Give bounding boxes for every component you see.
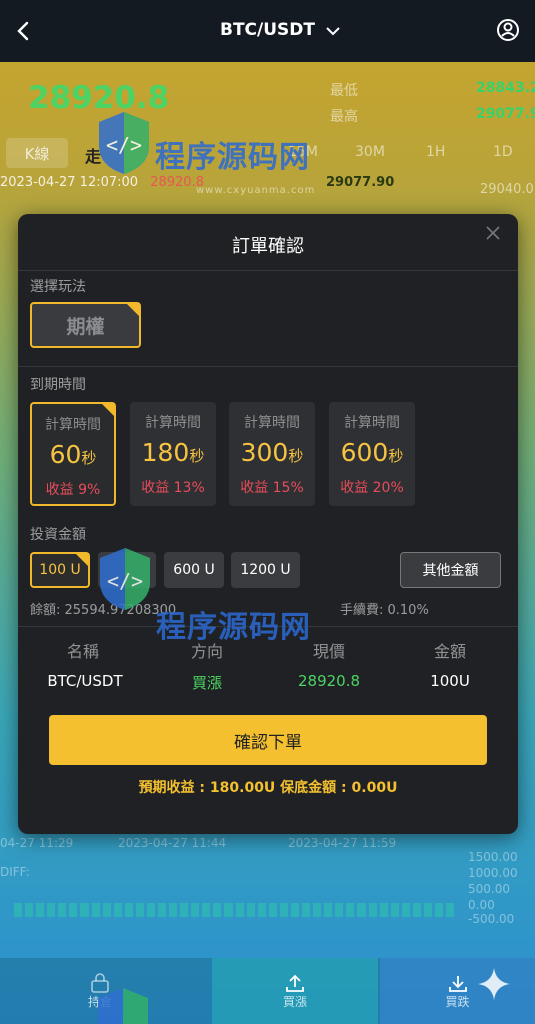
play-option-label: 期權 xyxy=(66,315,105,338)
time-card-unit: 秒 xyxy=(189,447,205,465)
table-cell-direction: 買漲 xyxy=(191,674,222,692)
table-header-amount: 金額 xyxy=(433,642,466,661)
time-card-label: 計算時間 xyxy=(244,415,300,431)
sparkle-icon xyxy=(476,966,512,1006)
table-cell-name: BTC/USDT xyxy=(47,672,123,690)
time-card-unit: 秒 xyxy=(288,447,304,465)
expiry-label: 到期時間 xyxy=(30,377,86,393)
other-amount-label: 其他金額 xyxy=(422,563,479,579)
vol-axis-2: 1000.00 xyxy=(468,866,518,880)
time-card-label: 計算時間 xyxy=(45,417,101,433)
time-card-600[interactable]: 計算時間 600秒 收益 20% xyxy=(329,402,415,506)
vol-axis-4: 0.00 xyxy=(468,898,495,912)
time-card-profit: 收益 15% xyxy=(240,480,304,496)
user-icon[interactable] xyxy=(496,18,520,46)
high-value: 29077.9 xyxy=(476,106,535,122)
table-cell-amount: 100U xyxy=(430,672,470,690)
low-label: 最低 xyxy=(330,83,358,99)
chevron-down-icon[interactable] xyxy=(325,22,341,41)
top-bar: BTC/USDT xyxy=(0,0,535,62)
time-card-180[interactable]: 計算時間 180秒 收益 13% xyxy=(130,402,216,506)
amount-button-600[interactable]: 600 U xyxy=(164,552,224,588)
chart-time-1: 04-27 11:29 xyxy=(0,836,74,850)
tab-kline[interactable]: K線 xyxy=(6,138,68,168)
watermark-text: 程序源码网 xyxy=(155,140,310,175)
play-option-button[interactable]: 期權 xyxy=(30,302,141,348)
time-card-unit: 秒 xyxy=(388,447,404,465)
selected-corner-icon xyxy=(101,403,115,417)
macd-label: DIFF: xyxy=(0,865,30,879)
low-value: 28843.2 xyxy=(476,80,535,96)
vol-axis-3: 500.00 xyxy=(468,882,510,896)
table-cell-price: 28920.8 xyxy=(297,672,361,690)
time-card-value: 60 xyxy=(49,440,82,469)
watermark-logo xyxy=(94,984,152,1024)
close-icon[interactable] xyxy=(482,222,504,244)
amount-button-label: 1200 U xyxy=(240,562,291,578)
chart-time-2: 2023-04-27 11:44 xyxy=(118,836,227,850)
other-amount-button[interactable]: 其他金額 xyxy=(400,552,501,588)
watermark-logo: </> xyxy=(95,108,153,182)
selected-corner-icon xyxy=(75,553,89,567)
confirm-order-button[interactable]: 確認下單 xyxy=(49,715,487,765)
table-header-name: 名稱 xyxy=(66,642,99,661)
amount-button-1200[interactable]: 1200 U xyxy=(231,552,300,588)
time-card-value: 180 xyxy=(141,438,190,467)
divider xyxy=(18,270,518,271)
time-card-profit: 收益 9% xyxy=(45,482,101,498)
nav-buy-up[interactable]: 買漲 xyxy=(212,958,378,1024)
amount-button-100[interactable]: 100 U xyxy=(30,552,90,588)
bottom-nav: 持倉 買漲 買跌 xyxy=(0,958,535,1024)
chart-time-3: 2023-04-27 11:59 xyxy=(288,836,397,850)
expected-profit-text: 預期收益 : 180.00U 保底金額 : 0.00U xyxy=(138,780,398,796)
candle-high: 29077.90 xyxy=(326,175,395,190)
watermark-text: 程序源码网 xyxy=(156,610,311,645)
svg-text:</>: </> xyxy=(106,133,142,157)
page-title[interactable]: BTC/USDT xyxy=(0,20,535,40)
time-card-profit: 收益 20% xyxy=(340,480,404,496)
download-icon xyxy=(448,975,467,992)
amount-button-label: 600 U xyxy=(173,562,215,578)
vol-axis-5: -500.00 xyxy=(468,912,515,926)
high-label: 最高 xyxy=(330,109,358,125)
vol-axis-1: 1500.00 xyxy=(468,850,518,864)
time-card-value: 600 xyxy=(340,438,389,467)
watermark-url: www.cxyuanma.com xyxy=(196,185,316,196)
time-card-300[interactable]: 計算時間 300秒 收益 15% xyxy=(229,402,315,506)
time-card-unit: 秒 xyxy=(81,449,97,467)
fee-text: 手續費: 0.10% xyxy=(340,603,429,618)
price-axis-top: 29040.0 xyxy=(480,182,534,197)
nav-buy-down-label: 買跌 xyxy=(445,994,470,1009)
divider xyxy=(18,366,518,367)
dialog-title: 訂單確認 xyxy=(232,236,304,257)
amount-label: 投資金額 xyxy=(30,527,86,543)
order-confirm-dialog: 訂單確認 選擇玩法 期權 到期時間 計算時間 60秒 收益 9% 計算時間 18… xyxy=(18,214,518,834)
selected-corner-icon xyxy=(126,303,140,317)
time-card-value: 300 xyxy=(240,438,289,467)
time-card-profit: 收益 13% xyxy=(141,480,205,496)
nav-buy-up-label: 買漲 xyxy=(282,994,307,1009)
time-card-label: 計算時間 xyxy=(344,415,400,431)
time-card-label: 計算時間 xyxy=(145,415,201,431)
time-card-60[interactable]: 計算時間 60秒 收益 9% xyxy=(30,402,116,506)
macd-bars xyxy=(14,903,455,917)
tab-1h[interactable]: 1H xyxy=(426,144,445,160)
svg-text:</>: </> xyxy=(107,569,143,593)
play-label: 選擇玩法 xyxy=(30,279,86,295)
tab-1d[interactable]: 1D xyxy=(493,144,513,160)
watermark-logo: </> xyxy=(96,544,154,618)
tab-30m[interactable]: 30M xyxy=(355,144,385,160)
upload-icon xyxy=(286,974,304,992)
